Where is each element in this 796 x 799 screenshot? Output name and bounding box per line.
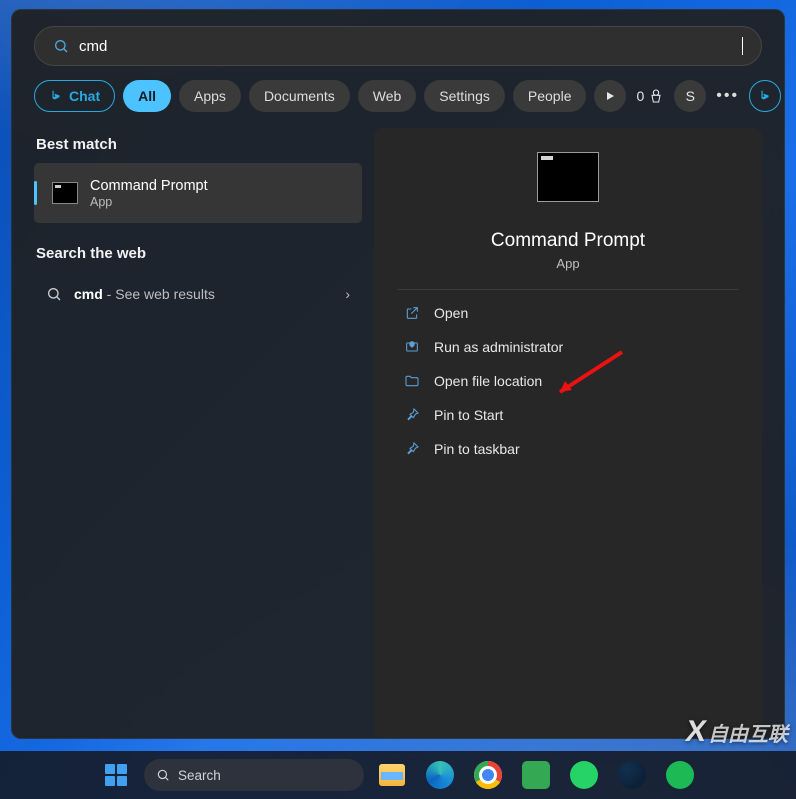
action-open[interactable]: Open — [398, 296, 738, 330]
text-caret — [742, 37, 743, 55]
google-chat-icon — [522, 761, 550, 789]
start-button[interactable] — [96, 755, 136, 795]
web-term: cmd — [74, 286, 103, 302]
search-filter-row: Chat All Apps Documents Web Settings Peo… — [34, 80, 762, 112]
best-match-name: Command Prompt — [90, 178, 208, 194]
rewards-points: 0 — [636, 88, 644, 104]
whatsapp-icon — [570, 761, 598, 789]
watermark-text: 自由互联 — [708, 718, 788, 747]
action-open-location[interactable]: Open file location — [398, 364, 738, 398]
action-pin-start[interactable]: Pin to Start — [398, 398, 738, 432]
taskbar-app-spotify[interactable] — [660, 755, 700, 795]
watermark: X 自由互联 — [686, 715, 788, 749]
command-prompt-icon — [52, 182, 78, 204]
filter-all[interactable]: All — [123, 80, 171, 112]
steam-icon — [618, 761, 646, 789]
search-web-heading: Search the web — [36, 245, 360, 262]
action-pin-taskbar-label: Pin to taskbar — [434, 441, 520, 457]
file-explorer-icon — [379, 764, 405, 786]
filter-settings-label: Settings — [439, 88, 490, 104]
search-query-text: cmd — [79, 38, 742, 55]
search-icon — [46, 286, 62, 302]
windows-search-panel: cmd Chat All Apps Documents Web Settings… — [11, 9, 785, 739]
filter-people[interactable]: People — [513, 80, 587, 112]
detail-subtitle: App — [556, 256, 579, 271]
taskbar-app-whatsapp[interactable] — [564, 755, 604, 795]
detail-title: Command Prompt — [491, 230, 645, 252]
search-content: Best match Command Prompt App Search the… — [34, 128, 762, 738]
filter-chat[interactable]: Chat — [34, 80, 115, 112]
search-icon — [53, 38, 69, 54]
watermark-x-icon: X — [683, 715, 707, 749]
search-box[interactable]: cmd — [34, 26, 762, 66]
pin-icon — [404, 407, 420, 423]
bing-icon — [758, 87, 772, 105]
best-match-item[interactable]: Command Prompt App — [34, 163, 362, 223]
search-icon — [156, 768, 170, 782]
chevron-right-icon: › — [345, 286, 350, 302]
folder-icon — [404, 373, 420, 389]
divider — [398, 289, 738, 290]
play-icon — [605, 91, 615, 101]
detail-panel: Command Prompt App Open Run as administr… — [374, 128, 762, 738]
bing-chat-button[interactable] — [749, 80, 781, 112]
filter-apps-label: Apps — [194, 88, 226, 104]
action-open-location-label: Open file location — [434, 373, 542, 389]
action-run-admin[interactable]: Run as administrator — [398, 330, 738, 364]
edge-icon — [426, 761, 454, 789]
filter-web-label: Web — [373, 88, 402, 104]
windows-logo-icon — [105, 764, 127, 786]
filter-people-label: People — [528, 88, 572, 104]
rewards-icon — [648, 88, 664, 104]
action-run-admin-label: Run as administrator — [434, 339, 563, 355]
filter-scroll-right[interactable] — [594, 80, 626, 112]
filter-chat-label: Chat — [69, 88, 100, 104]
taskbar-app-steam[interactable] — [612, 755, 652, 795]
action-pin-taskbar[interactable]: Pin to taskbar — [398, 432, 738, 466]
chrome-icon — [474, 761, 502, 789]
open-icon — [404, 305, 420, 321]
spotify-icon — [666, 761, 694, 789]
search-header-controls: 0 S ••• — [594, 80, 781, 112]
account-avatar[interactable]: S — [674, 80, 706, 112]
web-search-result[interactable]: cmd - See web results › — [34, 272, 362, 316]
filter-apps[interactable]: Apps — [179, 80, 241, 112]
detail-header: Command Prompt App — [398, 144, 738, 271]
bing-icon — [49, 87, 63, 105]
web-suffix: - See web results — [103, 286, 215, 302]
best-match-subtitle: App — [90, 195, 208, 209]
command-prompt-icon — [537, 152, 599, 202]
best-match-heading: Best match — [36, 136, 360, 153]
action-open-label: Open — [434, 305, 468, 321]
admin-shield-icon — [404, 339, 420, 355]
pin-icon — [404, 441, 420, 457]
action-pin-start-label: Pin to Start — [434, 407, 503, 423]
taskbar-app-file-explorer[interactable] — [372, 755, 412, 795]
filter-all-label: All — [138, 88, 156, 104]
taskbar-search-placeholder: Search — [178, 768, 221, 783]
taskbar-search[interactable]: Search — [144, 759, 364, 791]
best-match-text: Command Prompt App — [90, 178, 208, 209]
taskbar-app-google-chat[interactable] — [516, 755, 556, 795]
filter-settings[interactable]: Settings — [424, 80, 505, 112]
taskbar-app-chrome[interactable] — [468, 755, 508, 795]
filter-documents-label: Documents — [264, 88, 335, 104]
results-left-column: Best match Command Prompt App Search the… — [34, 128, 362, 738]
taskbar: Search — [0, 751, 796, 799]
filter-web[interactable]: Web — [358, 80, 417, 112]
filter-documents[interactable]: Documents — [249, 80, 350, 112]
taskbar-app-edge[interactable] — [420, 755, 460, 795]
more-options-icon[interactable]: ••• — [716, 87, 739, 105]
rewards-indicator[interactable]: 0 — [636, 88, 664, 104]
avatar-letter: S — [686, 88, 695, 104]
